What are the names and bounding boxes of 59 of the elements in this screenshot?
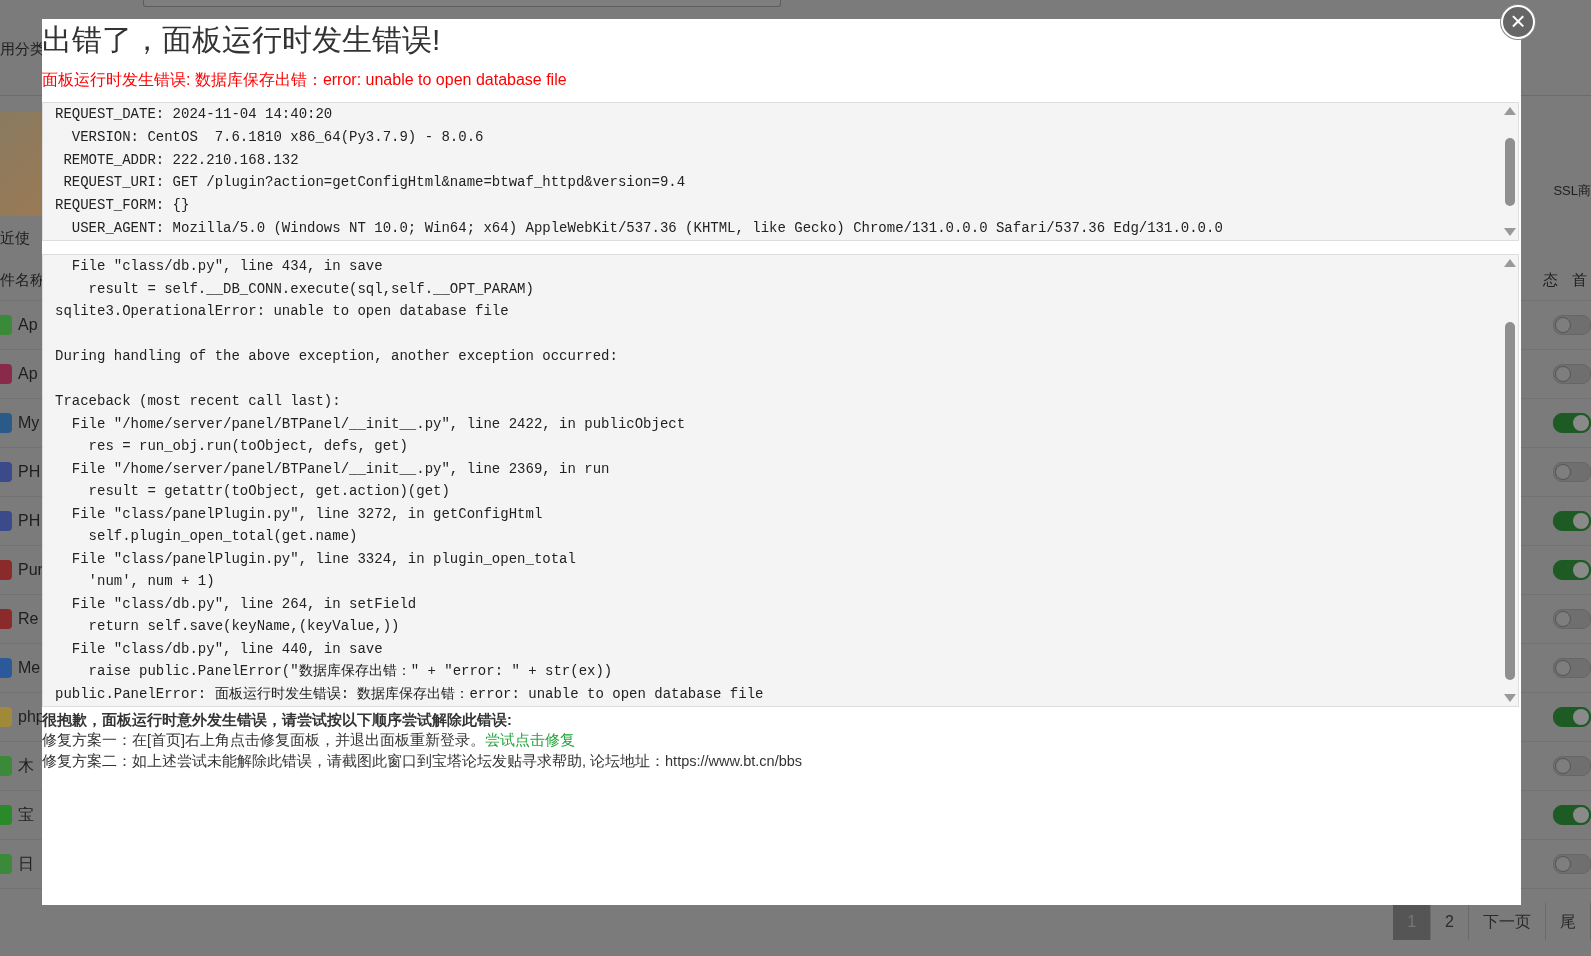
code-line: REQUEST_DATE: 2024-11-04 14:40:20 [55, 105, 333, 124]
code-line: return self.save(keyName,(keyValue,)) [87, 617, 400, 636]
code-line: self.plugin_open_total(get.name) [87, 527, 358, 546]
plugin-name: Pur [18, 561, 43, 579]
column-header: 态 [1543, 270, 1558, 290]
code-line: result = self.__DB_CONN.execute(sql,self.__OPT_PARAM) [87, 279, 534, 299]
toggle-switch[interactable] [1553, 805, 1591, 825]
plugin-name: My [18, 414, 40, 432]
code-line: public.PanelError: 面板运行时发生错误: 数据库保存出错：error: unable to open database file [55, 684, 764, 704]
toggle-switch[interactable] [1553, 413, 1591, 433]
toggle-switch[interactable] [1553, 854, 1591, 874]
plugin-name: 木 [18, 755, 34, 776]
search-field[interactable] [143, 0, 781, 7]
code-line: VERSION: CentOS 7.6.1810 x86_64(Py3.7.9) - 8.0.6 [70, 127, 484, 147]
repair-link[interactable]: 尝试点击修复 [485, 732, 576, 748]
code-line: Traceback (most recent call last): [55, 392, 341, 411]
toggle-switch[interactable] [1553, 658, 1591, 678]
code-line: File "/home/server/panel/BTPanel/__init__.py", line 2422, in publicObject [70, 414, 686, 434]
toggle-switch[interactable] [1553, 707, 1591, 727]
fix-instruction: 修复方案一：在[首页]右上角点击修复面板，并退出面板重新登录。尝试点击修复 [42, 731, 577, 750]
plugin-name: Ap [18, 316, 38, 334]
plugin-name: 宝 [18, 804, 34, 825]
code-line: REQUEST_URI: GET /plugin?action=getConfigHtml&name=btwaf_httpd&version=9.4 [62, 173, 686, 193]
code-line: result = getattr(toObject, get.action)(get) [87, 482, 450, 501]
column-header: 首 [1572, 270, 1587, 290]
toggle-switch[interactable] [1553, 511, 1591, 531]
code-line: REQUEST_FORM: {} [55, 196, 190, 216]
code-line: File "class/panelPlugin.py", line 3272, in getConfigHtml [70, 504, 543, 524]
code-line: 'num', num + 1) [87, 572, 215, 591]
code-line: File "class/db.py", line 440, in save [70, 639, 383, 659]
toggle-switch[interactable] [1553, 560, 1591, 580]
code-line: raise public.PanelError("数据库保存出错：" + "error: " + str(ex)) [87, 662, 613, 681]
code-line: USER_AGENT: Mozilla/5.0 (Windows NT 10.0; Win64; x64) AppleWebKit/537.36 (KHTML, like Gecko) Chrome/131.0.0.0 Safari/537.36 Edg/131.0.0.0 [70, 219, 1223, 238]
code-line: File "class/panelPlugin.py", line 3324, in plugin_open_total [70, 549, 576, 569]
error-message: 面板运行时发生错误: 数据库保存出错：error: unable to open database file [42, 70, 568, 90]
code-line: During handling of the above exception, another exception occurred: [55, 347, 618, 366]
toggle-switch[interactable] [1553, 364, 1591, 384]
section-label: 近使 [0, 228, 30, 248]
code-line: res = run_obj.run(toObject, defs, get) [87, 437, 408, 456]
plugin-name: PH [18, 463, 41, 481]
close-button[interactable]: × [1501, 5, 1535, 39]
plugin-name: Re [18, 610, 39, 628]
code-line: File "class/db.py", line 434, in save [70, 257, 383, 276]
code-line: REMOTE_ADDR: 222.210.168.132 [62, 150, 299, 170]
plugin-name: Ap [18, 365, 38, 383]
plugin-name: Me [18, 659, 41, 677]
plugin-name: 日 [18, 853, 34, 874]
toggle-switch[interactable] [1553, 462, 1591, 482]
toggle-switch[interactable] [1553, 756, 1591, 776]
code-line: File "class/db.py", line 264, in setField [70, 594, 417, 614]
code-line: sqlite3.OperationalError: unable to open database file [55, 302, 509, 321]
code-line: File "/home/server/panel/BTPanel/__init__.py", line 2369, in run [70, 459, 610, 479]
dialog-title: 出错了，面板运行时发生错误! [42, 22, 442, 58]
page-button[interactable]: 尾 [1546, 903, 1591, 940]
plugin-name: PH [18, 512, 41, 530]
banner-text: SSL商 [1553, 182, 1591, 200]
toggle-switch[interactable] [1553, 315, 1591, 335]
fix-instruction: 修复方案二：如上述尝试未能解除此错误，请截图此窗口到宝塔论坛发贴寻求帮助, 论坛地址：https://www.bt.cn/bbs [42, 752, 804, 771]
toggle-switch[interactable] [1553, 609, 1591, 629]
